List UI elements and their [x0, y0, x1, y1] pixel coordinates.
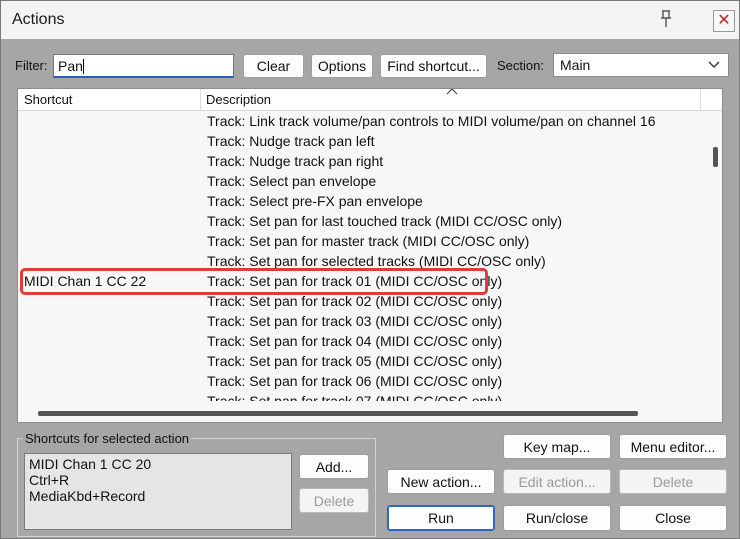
- table-row[interactable]: Track: Set pan for track 07 (MIDI CC/OSC…: [18, 391, 704, 401]
- filter-label: Filter:: [15, 58, 48, 73]
- shortcut-item[interactable]: MIDI Chan 1 CC 20: [29, 456, 287, 472]
- run-close-button[interactable]: Run/close: [503, 505, 611, 531]
- new-action-button[interactable]: New action...: [387, 469, 495, 494]
- row-description: Track: Link track volume/pan controls to…: [207, 113, 656, 129]
- actions-window: Actions ✕ Filter: Pan Clear Options Find…: [0, 0, 740, 539]
- table-row[interactable]: Track: Set pan for track 03 (MIDI CC/OSC…: [18, 311, 704, 331]
- row-description: Track: Select pre-FX pan envelope: [207, 193, 423, 209]
- table-row[interactable]: Track: Select pre-FX pan envelope: [18, 191, 704, 211]
- run-button[interactable]: Run: [387, 505, 495, 531]
- sort-ascending-icon: [446, 89, 458, 95]
- row-description: Track: Nudge track pan left: [207, 133, 375, 149]
- list-rows: Track: Link track volume/pan controls to…: [18, 111, 704, 401]
- row-description: Track: Set pan for track 03 (MIDI CC/OSC…: [207, 313, 503, 329]
- table-row[interactable]: Track: Set pan for track 06 (MIDI CC/OSC…: [18, 371, 704, 391]
- selected-row-highlight: [20, 268, 488, 295]
- row-description: Track: Set pan for track 06 (MIDI CC/OSC…: [207, 373, 503, 389]
- table-row[interactable]: Track: Set pan for track 04 (MIDI CC/OSC…: [18, 331, 704, 351]
- close-button[interactable]: Close: [619, 505, 727, 531]
- chevron-down-icon: [708, 61, 720, 68]
- edit-action-button[interactable]: Edit action...: [503, 469, 611, 494]
- section-label: Section:: [497, 58, 544, 73]
- column-header-description[interactable]: Description: [206, 92, 271, 107]
- shortcut-item[interactable]: Ctrl+R: [29, 472, 287, 488]
- options-button[interactable]: Options: [311, 54, 373, 78]
- row-description: Track: Set pan for track 05 (MIDI CC/OSC…: [207, 353, 503, 369]
- close-icon: ✕: [717, 12, 731, 29]
- pin-icon[interactable]: [657, 9, 675, 29]
- shortcuts-group-title: Shortcuts for selected action: [23, 431, 192, 446]
- delete-action-button[interactable]: Delete: [619, 469, 727, 494]
- row-description: Track: Set pan for track 04 (MIDI CC/OSC…: [207, 333, 503, 349]
- title-bar: Actions ✕: [1, 1, 739, 39]
- delete-shortcut-button[interactable]: Delete: [299, 488, 369, 513]
- column-divider[interactable]: [200, 89, 201, 111]
- row-description: Track: Nudge track pan right: [207, 153, 384, 169]
- row-description: Track: Select pan envelope: [207, 173, 377, 189]
- find-shortcut-button[interactable]: Find shortcut...: [380, 54, 487, 78]
- window-title: Actions: [12, 11, 65, 28]
- clear-button[interactable]: Clear: [243, 54, 304, 78]
- row-description: Track: Set pan for track 02 (MIDI CC/OSC…: [207, 293, 503, 309]
- table-row[interactable]: Track: Set pan for track 05 (MIDI CC/OSC…: [18, 351, 704, 371]
- section-value: Main: [560, 57, 591, 73]
- row-description: Track: Set pan for selected tracks (MIDI…: [207, 253, 546, 269]
- column-divider[interactable]: [700, 89, 701, 111]
- table-row[interactable]: Track: Link track volume/pan controls to…: [18, 111, 704, 131]
- table-row[interactable]: Track: Set pan for master track (MIDI CC…: [18, 231, 704, 251]
- shortcut-item[interactable]: MediaKbd+Record: [29, 488, 287, 504]
- menu-editor-button[interactable]: Menu editor...: [619, 434, 727, 459]
- horizontal-scrollbar[interactable]: [18, 405, 722, 421]
- filter-value: Pan: [58, 58, 83, 74]
- vertical-scrollbar[interactable]: [708, 111, 722, 401]
- column-header-shortcut[interactable]: Shortcut: [24, 92, 72, 107]
- table-row[interactable]: Track: Nudge track pan right: [18, 151, 704, 171]
- row-description: Track: Set pan for track 07 (MIDI CC/OSC…: [207, 393, 503, 401]
- table-row[interactable]: Track: Nudge track pan left: [18, 131, 704, 151]
- filter-input[interactable]: Pan: [53, 54, 234, 78]
- text-caret: [82, 59, 84, 74]
- key-map-button[interactable]: Key map...: [503, 434, 611, 459]
- vertical-scroll-thumb[interactable]: [713, 147, 718, 167]
- actions-list[interactable]: Shortcut Description Track: Link track v…: [17, 88, 723, 423]
- shortcuts-list[interactable]: MIDI Chan 1 CC 20 Ctrl+R MediaKbd+Record: [24, 453, 292, 530]
- table-row[interactable]: Track: Set pan for last touched track (M…: [18, 211, 704, 231]
- table-row[interactable]: Track: Select pan envelope: [18, 171, 704, 191]
- row-description: Track: Set pan for last touched track (M…: [207, 213, 563, 229]
- close-window-button[interactable]: ✕: [713, 10, 735, 32]
- add-shortcut-button[interactable]: Add...: [299, 454, 369, 479]
- list-header: Shortcut Description: [18, 89, 722, 111]
- section-select[interactable]: Main: [553, 53, 729, 77]
- row-description: Track: Set pan for master track (MIDI CC…: [207, 233, 530, 249]
- horizontal-scroll-thumb[interactable]: [38, 411, 638, 416]
